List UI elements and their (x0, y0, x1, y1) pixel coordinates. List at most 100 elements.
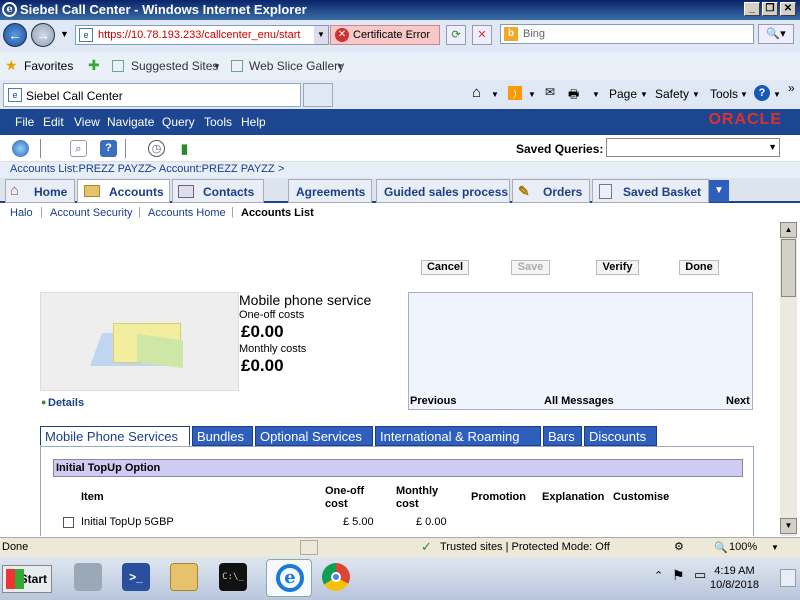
security-zone-text[interactable]: Trusted sites | Protected Mode: Off (440, 541, 610, 553)
search-input[interactable]: b Bing (500, 24, 754, 44)
subnav-accounts-list[interactable]: Accounts List (241, 207, 314, 219)
chevron-down-icon[interactable]: ▼ (491, 90, 499, 99)
tab-guided-sales-process[interactable]: Guided sales process (376, 179, 510, 203)
next-message-link[interactable]: Next (726, 395, 750, 407)
menu-query[interactable]: Query (162, 115, 195, 129)
row-item: Initial TopUp 5GBP (81, 516, 174, 528)
overflow-chevron-icon[interactable]: » (788, 81, 795, 95)
more-tabs-dropdown[interactable]: ▼ (709, 180, 729, 202)
history-clock-icon[interactable]: ◷ (148, 140, 165, 157)
subnav-accounts-home[interactable]: Accounts Home (148, 207, 226, 219)
command-prompt-icon[interactable]: C:\_ (219, 563, 247, 591)
chevron-down-icon[interactable]: ▼ (773, 90, 781, 99)
menu-edit[interactable]: Edit (43, 115, 64, 129)
chevron-down-icon[interactable]: ▼ (528, 90, 536, 99)
show-desktop-button[interactable] (780, 569, 796, 587)
details-link[interactable]: Details (48, 397, 84, 409)
suggested-sites-link[interactable]: Suggested Sites (131, 59, 218, 73)
favorites-button[interactable]: Favorites (24, 59, 73, 73)
tab-home[interactable]: ⌂ Home (5, 179, 75, 203)
tab-mobile-phone-services[interactable]: Mobile Phone Services (40, 426, 190, 446)
column-monthly-line2: cost (396, 498, 419, 510)
refresh-button[interactable]: ⟳ (446, 25, 466, 45)
address-dropdown-icon[interactable]: ▼ (314, 26, 328, 44)
scroll-up-button[interactable]: ▲ (780, 222, 797, 238)
tab-orders[interactable]: ✎ Orders (512, 179, 590, 203)
safety-menu[interactable]: Safety (655, 87, 689, 101)
tab-contacts[interactable]: Contacts (172, 179, 264, 203)
help-book-icon[interactable]: ? (100, 140, 117, 157)
menu-help[interactable]: Help (241, 115, 266, 129)
breadcrumb-account[interactable]: > Account:PREZZ PAYZZ (150, 163, 275, 175)
minimize-button[interactable]: _ (744, 2, 760, 16)
previous-message-link[interactable]: Previous (410, 395, 456, 407)
address-field[interactable]: e https://10.78.193.233/callcenter_enu/s… (75, 25, 329, 45)
menu-view[interactable]: View (74, 115, 100, 129)
tab-optional-services[interactable]: Optional Services (255, 426, 373, 446)
read-mail-icon[interactable]: ✉ (545, 85, 555, 99)
internet-explorer-taskbar-button[interactable]: e (266, 559, 312, 597)
search-button[interactable]: 🔍▾ (758, 24, 794, 44)
help-icon[interactable]: ? (754, 85, 770, 101)
column-explanation: Explanation (542, 491, 605, 503)
rss-feed-icon[interactable]: ) (508, 86, 522, 100)
globe-icon[interactable] (12, 140, 29, 157)
chart-icon[interactable]: ▮ (176, 140, 193, 157)
scroll-down-button[interactable]: ▼ (780, 518, 797, 534)
system-clock[interactable]: 4:19 AM 10/8/2018 (710, 564, 759, 592)
web-slice-gallery-link[interactable]: Web Slice Gallery (249, 59, 344, 73)
show-hidden-icons-icon[interactable]: ⌃ (654, 569, 663, 582)
vertical-scrollbar[interactable]: ▲ ▼ (780, 222, 797, 536)
query-icon[interactable]: ⌕ (70, 140, 87, 157)
chrome-icon[interactable] (322, 563, 350, 591)
menu-tools[interactable]: Tools (204, 115, 232, 129)
scroll-thumb[interactable] (781, 239, 796, 297)
row-checkbox[interactable] (63, 517, 74, 528)
subnav-halo[interactable]: Halo (10, 207, 33, 219)
recent-pages-icon[interactable]: ▼ (60, 29, 69, 39)
forward-button[interactable]: → (31, 23, 55, 47)
zoom-level[interactable]: 100% (729, 541, 757, 553)
chevron-down-icon[interactable]: ▼ (771, 543, 779, 552)
all-messages-link[interactable]: All Messages (544, 395, 614, 407)
home-icon[interactable]: ⌂ (472, 84, 481, 101)
add-favorite-icon[interactable]: ✚ (88, 57, 100, 74)
subnav-account-security[interactable]: Account Security (50, 207, 133, 219)
menu-navigate[interactable]: Navigate (107, 115, 154, 129)
powershell-icon[interactable]: >_ (122, 563, 150, 591)
verify-button[interactable]: Verify (596, 260, 639, 275)
cancel-button[interactable]: Cancel (421, 260, 469, 275)
done-button[interactable]: Done (679, 260, 719, 275)
page-menu[interactable]: Page (609, 87, 637, 101)
tab-saved-basket[interactable]: Saved Basket (592, 179, 709, 203)
menu-file[interactable]: File (15, 115, 34, 129)
action-center-flag-icon[interactable]: ⚑ (672, 567, 685, 584)
tab-accounts[interactable]: Accounts (77, 179, 170, 203)
chevron-down-icon[interactable]: ▼ (592, 90, 600, 99)
tab-agreements[interactable]: Agreements (288, 179, 372, 203)
save-button[interactable]: Save (511, 260, 550, 275)
tab-bundles[interactable]: Bundles (192, 426, 253, 446)
back-button[interactable]: ← (3, 23, 27, 47)
app-tab-bar: ⌂ Home Accounts Contacts Agreements Guid… (0, 178, 800, 203)
breadcrumb-accounts-list[interactable]: Accounts List:PREZZ PAYZZ (10, 163, 151, 175)
oneoff-costs-value: £0.00 (241, 322, 284, 341)
new-tab-button[interactable] (303, 83, 333, 107)
tab-international-roaming[interactable]: International & Roaming (375, 426, 541, 446)
product-title: Mobile phone service (239, 292, 372, 308)
stop-button[interactable]: ✕ (472, 25, 492, 45)
network-icon[interactable]: ▭ (694, 567, 706, 583)
tools-menu[interactable]: Tools (710, 87, 738, 101)
tracking-protection-icon[interactable]: ⚙ (674, 540, 684, 553)
browser-tab[interactable]: e Siebel Call Center (3, 83, 301, 107)
print-icon[interactable]: 🖶 (568, 85, 579, 106)
saved-queries-select[interactable]: ▼ (606, 138, 780, 157)
tab-bars[interactable]: Bars (543, 426, 582, 446)
certificate-error-button[interactable]: ✕ Certificate Error (330, 25, 440, 45)
tab-discounts[interactable]: Discounts (584, 426, 657, 446)
file-explorer-icon[interactable] (170, 563, 198, 591)
server-manager-icon[interactable] (74, 563, 102, 591)
start-button[interactable]: Start (2, 565, 52, 593)
close-button[interactable]: ✕ (780, 2, 796, 16)
maximize-button[interactable]: ❐ (762, 2, 778, 16)
